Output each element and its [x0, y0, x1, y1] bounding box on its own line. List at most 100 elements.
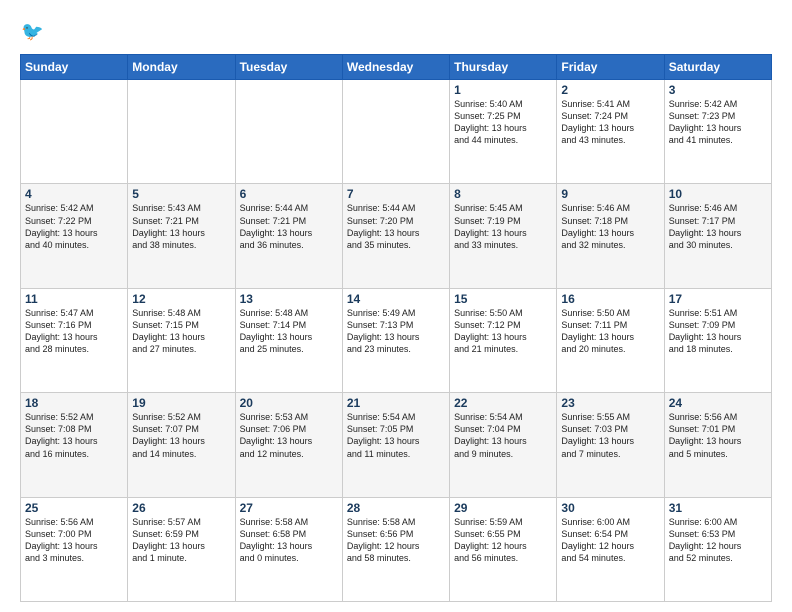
day-number: 19 — [132, 396, 230, 410]
day-number: 4 — [25, 187, 123, 201]
svg-text:🐦: 🐦 — [21, 22, 44, 42]
calendar-cell: 27Sunrise: 5:58 AM Sunset: 6:58 PM Dayli… — [235, 497, 342, 601]
day-number: 6 — [240, 187, 338, 201]
calendar-cell: 20Sunrise: 5:53 AM Sunset: 7:06 PM Dayli… — [235, 393, 342, 497]
day-number: 30 — [561, 501, 659, 515]
day-info: Sunrise: 5:50 AM Sunset: 7:11 PM Dayligh… — [561, 307, 659, 356]
calendar-cell: 10Sunrise: 5:46 AM Sunset: 7:17 PM Dayli… — [664, 184, 771, 288]
calendar-cell: 18Sunrise: 5:52 AM Sunset: 7:08 PM Dayli… — [21, 393, 128, 497]
day-number: 21 — [347, 396, 445, 410]
calendar-cell: 6Sunrise: 5:44 AM Sunset: 7:21 PM Daylig… — [235, 184, 342, 288]
calendar-cell: 19Sunrise: 5:52 AM Sunset: 7:07 PM Dayli… — [128, 393, 235, 497]
calendar-table: SundayMondayTuesdayWednesdayThursdayFrid… — [20, 54, 772, 602]
day-info: Sunrise: 5:57 AM Sunset: 6:59 PM Dayligh… — [132, 516, 230, 565]
day-info: Sunrise: 6:00 AM Sunset: 6:53 PM Dayligh… — [669, 516, 767, 565]
calendar-cell: 22Sunrise: 5:54 AM Sunset: 7:04 PM Dayli… — [450, 393, 557, 497]
day-info: Sunrise: 5:41 AM Sunset: 7:24 PM Dayligh… — [561, 98, 659, 147]
calendar-cell: 25Sunrise: 5:56 AM Sunset: 7:00 PM Dayli… — [21, 497, 128, 601]
day-info: Sunrise: 5:53 AM Sunset: 7:06 PM Dayligh… — [240, 411, 338, 460]
day-info: Sunrise: 5:49 AM Sunset: 7:13 PM Dayligh… — [347, 307, 445, 356]
day-info: Sunrise: 5:48 AM Sunset: 7:15 PM Dayligh… — [132, 307, 230, 356]
day-info: Sunrise: 5:52 AM Sunset: 7:08 PM Dayligh… — [25, 411, 123, 460]
calendar-cell: 26Sunrise: 5:57 AM Sunset: 6:59 PM Dayli… — [128, 497, 235, 601]
calendar-week-row: 11Sunrise: 5:47 AM Sunset: 7:16 PM Dayli… — [21, 288, 772, 392]
logo: 🐦 — [20, 18, 52, 46]
day-number: 15 — [454, 292, 552, 306]
day-info: Sunrise: 5:52 AM Sunset: 7:07 PM Dayligh… — [132, 411, 230, 460]
calendar-header-row: SundayMondayTuesdayWednesdayThursdayFrid… — [21, 55, 772, 80]
calendar-cell: 16Sunrise: 5:50 AM Sunset: 7:11 PM Dayli… — [557, 288, 664, 392]
day-number: 18 — [25, 396, 123, 410]
calendar-cell: 31Sunrise: 6:00 AM Sunset: 6:53 PM Dayli… — [664, 497, 771, 601]
day-info: Sunrise: 5:56 AM Sunset: 7:01 PM Dayligh… — [669, 411, 767, 460]
calendar-cell: 12Sunrise: 5:48 AM Sunset: 7:15 PM Dayli… — [128, 288, 235, 392]
day-number: 28 — [347, 501, 445, 515]
day-info: Sunrise: 5:43 AM Sunset: 7:21 PM Dayligh… — [132, 202, 230, 251]
calendar-cell: 11Sunrise: 5:47 AM Sunset: 7:16 PM Dayli… — [21, 288, 128, 392]
day-info: Sunrise: 5:54 AM Sunset: 7:04 PM Dayligh… — [454, 411, 552, 460]
day-number: 1 — [454, 83, 552, 97]
calendar-cell: 28Sunrise: 5:58 AM Sunset: 6:56 PM Dayli… — [342, 497, 449, 601]
day-number: 3 — [669, 83, 767, 97]
day-number: 17 — [669, 292, 767, 306]
day-info: Sunrise: 6:00 AM Sunset: 6:54 PM Dayligh… — [561, 516, 659, 565]
calendar-cell: 15Sunrise: 5:50 AM Sunset: 7:12 PM Dayli… — [450, 288, 557, 392]
calendar-week-row: 4Sunrise: 5:42 AM Sunset: 7:22 PM Daylig… — [21, 184, 772, 288]
day-number: 8 — [454, 187, 552, 201]
calendar-cell — [21, 80, 128, 184]
day-number: 31 — [669, 501, 767, 515]
day-info: Sunrise: 5:47 AM Sunset: 7:16 PM Dayligh… — [25, 307, 123, 356]
logo-icon: 🐦 — [20, 18, 48, 46]
weekday-header: Monday — [128, 55, 235, 80]
calendar-cell: 23Sunrise: 5:55 AM Sunset: 7:03 PM Dayli… — [557, 393, 664, 497]
calendar-week-row: 1Sunrise: 5:40 AM Sunset: 7:25 PM Daylig… — [21, 80, 772, 184]
calendar-cell: 24Sunrise: 5:56 AM Sunset: 7:01 PM Dayli… — [664, 393, 771, 497]
day-number: 24 — [669, 396, 767, 410]
day-number: 11 — [25, 292, 123, 306]
day-info: Sunrise: 5:54 AM Sunset: 7:05 PM Dayligh… — [347, 411, 445, 460]
calendar-cell: 7Sunrise: 5:44 AM Sunset: 7:20 PM Daylig… — [342, 184, 449, 288]
day-number: 16 — [561, 292, 659, 306]
header: 🐦 — [20, 18, 772, 46]
calendar-cell: 1Sunrise: 5:40 AM Sunset: 7:25 PM Daylig… — [450, 80, 557, 184]
day-number: 25 — [25, 501, 123, 515]
day-info: Sunrise: 5:44 AM Sunset: 7:21 PM Dayligh… — [240, 202, 338, 251]
day-number: 26 — [132, 501, 230, 515]
calendar-cell: 9Sunrise: 5:46 AM Sunset: 7:18 PM Daylig… — [557, 184, 664, 288]
calendar-cell: 4Sunrise: 5:42 AM Sunset: 7:22 PM Daylig… — [21, 184, 128, 288]
day-number: 20 — [240, 396, 338, 410]
calendar-cell: 3Sunrise: 5:42 AM Sunset: 7:23 PM Daylig… — [664, 80, 771, 184]
day-number: 22 — [454, 396, 552, 410]
day-info: Sunrise: 5:56 AM Sunset: 7:00 PM Dayligh… — [25, 516, 123, 565]
calendar-cell: 14Sunrise: 5:49 AM Sunset: 7:13 PM Dayli… — [342, 288, 449, 392]
day-number: 9 — [561, 187, 659, 201]
calendar-cell: 30Sunrise: 6:00 AM Sunset: 6:54 PM Dayli… — [557, 497, 664, 601]
day-number: 13 — [240, 292, 338, 306]
day-info: Sunrise: 5:50 AM Sunset: 7:12 PM Dayligh… — [454, 307, 552, 356]
day-number: 29 — [454, 501, 552, 515]
calendar-cell: 2Sunrise: 5:41 AM Sunset: 7:24 PM Daylig… — [557, 80, 664, 184]
day-info: Sunrise: 5:51 AM Sunset: 7:09 PM Dayligh… — [669, 307, 767, 356]
day-number: 14 — [347, 292, 445, 306]
weekday-header: Wednesday — [342, 55, 449, 80]
weekday-header: Saturday — [664, 55, 771, 80]
day-info: Sunrise: 5:42 AM Sunset: 7:23 PM Dayligh… — [669, 98, 767, 147]
day-number: 7 — [347, 187, 445, 201]
day-info: Sunrise: 5:42 AM Sunset: 7:22 PM Dayligh… — [25, 202, 123, 251]
day-number: 27 — [240, 501, 338, 515]
calendar-week-row: 18Sunrise: 5:52 AM Sunset: 7:08 PM Dayli… — [21, 393, 772, 497]
day-info: Sunrise: 5:44 AM Sunset: 7:20 PM Dayligh… — [347, 202, 445, 251]
day-info: Sunrise: 5:58 AM Sunset: 6:56 PM Dayligh… — [347, 516, 445, 565]
day-number: 12 — [132, 292, 230, 306]
calendar-cell: 29Sunrise: 5:59 AM Sunset: 6:55 PM Dayli… — [450, 497, 557, 601]
calendar-cell — [342, 80, 449, 184]
day-number: 23 — [561, 396, 659, 410]
calendar-cell — [235, 80, 342, 184]
day-info: Sunrise: 5:58 AM Sunset: 6:58 PM Dayligh… — [240, 516, 338, 565]
page: 🐦 SundayMondayTuesdayWednesdayThursdayFr… — [0, 0, 792, 612]
calendar-cell: 21Sunrise: 5:54 AM Sunset: 7:05 PM Dayli… — [342, 393, 449, 497]
day-info: Sunrise: 5:45 AM Sunset: 7:19 PM Dayligh… — [454, 202, 552, 251]
day-info: Sunrise: 5:40 AM Sunset: 7:25 PM Dayligh… — [454, 98, 552, 147]
calendar-cell: 13Sunrise: 5:48 AM Sunset: 7:14 PM Dayli… — [235, 288, 342, 392]
weekday-header: Friday — [557, 55, 664, 80]
